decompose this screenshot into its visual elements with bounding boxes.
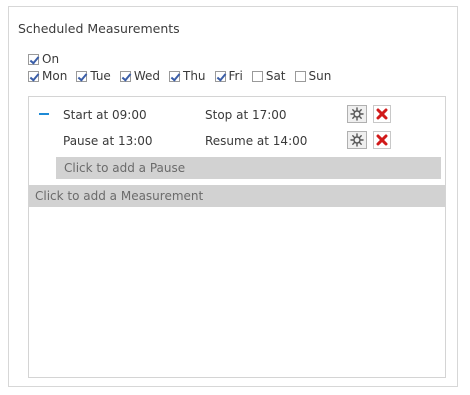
red-x-icon (376, 134, 388, 146)
day-sat[interactable]: Sat (251, 69, 286, 83)
add-measurement-button[interactable]: Click to add a Measurement (29, 185, 445, 207)
day-sun-checkbox[interactable] (294, 70, 306, 82)
day-fri-checkbox[interactable] (214, 70, 226, 82)
measurement-list: Start at 09:00 Stop at 17:00 Pause at 13… (28, 96, 446, 378)
day-sun[interactable]: Sun (294, 69, 332, 83)
pause-row: Pause at 13:00 Resume at 14:00 (29, 129, 445, 153)
day-sat-checkbox[interactable] (251, 70, 263, 82)
day-thu[interactable]: Thu (168, 69, 206, 83)
gear-icon (350, 133, 364, 147)
day-sat-label: Sat (265, 69, 286, 83)
day-tue-checkbox[interactable] (76, 70, 88, 82)
day-fri[interactable]: Fri (214, 69, 243, 83)
day-thu-label: Thu (182, 69, 206, 83)
day-mon[interactable]: Mon (28, 69, 67, 83)
day-wed-checkbox[interactable] (119, 70, 131, 82)
pause-settings-button[interactable] (347, 131, 367, 149)
panel-title: Scheduled Measurements (18, 21, 180, 36)
day-mon-checkbox[interactable] (28, 70, 39, 82)
measurement-row: Start at 09:00 Stop at 17:00 (29, 103, 445, 127)
day-wed[interactable]: Wed (119, 69, 160, 83)
on-checkbox[interactable] (28, 53, 39, 65)
measurement-settings-button[interactable] (347, 105, 367, 123)
pause-resume-label: Resume at 14:00 (205, 134, 308, 148)
measurement-stop-label: Stop at 17:00 (205, 108, 287, 122)
day-sun-label: Sun (308, 69, 332, 83)
pause-start-label: Pause at 13:00 (63, 134, 153, 148)
collapse-icon[interactable] (39, 113, 49, 115)
add-pause-button[interactable]: Click to add a Pause (56, 157, 441, 179)
add-measurement-label: Click to add a Measurement (35, 189, 204, 203)
add-pause-label: Click to add a Pause (64, 161, 186, 175)
day-tue[interactable]: Tue (76, 69, 111, 83)
day-wed-label: Wed (133, 69, 160, 83)
measurement-start-label: Start at 09:00 (63, 108, 147, 122)
pause-delete-button[interactable] (373, 131, 391, 149)
measurement-delete-button[interactable] (373, 105, 391, 123)
gear-icon (350, 107, 364, 121)
on-toggle[interactable]: On (28, 52, 59, 66)
on-label: On (42, 52, 60, 66)
day-tue-label: Tue (90, 69, 111, 83)
day-thu-checkbox[interactable] (168, 70, 180, 82)
day-fri-label: Fri (228, 69, 243, 83)
red-x-icon (376, 108, 388, 120)
day-mon-label: Mon (42, 69, 68, 83)
weekday-selector: Mon Tue Wed Thu Fri Sat Sun (28, 69, 340, 83)
